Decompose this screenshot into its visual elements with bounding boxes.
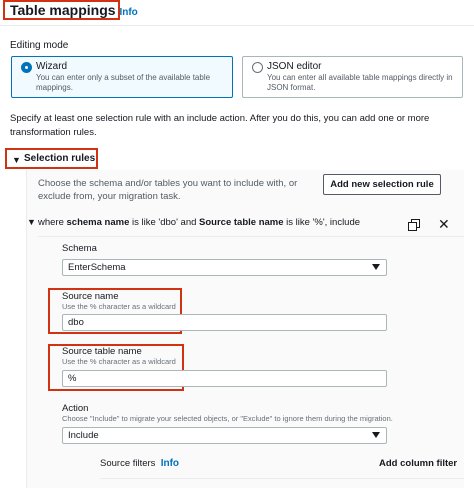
json-editor-description: You can enter all available table mappin… (267, 73, 453, 92)
source-table-name-label: Source table name (62, 346, 142, 357)
close-icon[interactable]: ✕ (438, 216, 450, 233)
action-select-value: Include (68, 430, 99, 441)
source-name-hint: Use the % character as a wildcard (62, 302, 176, 311)
source-name-label: Source name (62, 291, 119, 302)
source-name-input[interactable]: dbo (62, 314, 387, 331)
header-divider (0, 25, 474, 26)
rule-and: and (180, 217, 197, 228)
wizard-title: Wizard (36, 61, 68, 72)
selection-rules-title[interactable]: Selection rules (24, 153, 95, 164)
copy-icon[interactable] (408, 219, 420, 231)
source-filters-divider (100, 478, 464, 479)
source-filters-text: Source filters (100, 458, 156, 469)
schema-select[interactable]: EnterSchema (62, 259, 387, 276)
selection-rules-description: Choose the schema and/or tables you want… (38, 178, 298, 202)
wizard-description: You can enter only a subset of the avail… (36, 73, 211, 92)
source-filters-info-link[interactable]: Info (161, 458, 179, 469)
caret-down-icon[interactable]: ▼ (12, 155, 21, 165)
rule-caret-down-icon[interactable]: ▼ (27, 217, 36, 227)
rule-schema-label: schema name (66, 217, 130, 228)
add-selection-rule-button[interactable]: Add new selection rule (323, 174, 441, 195)
action-select[interactable]: Include (62, 427, 387, 444)
action-hint: Choose "Include" to migrate your selecte… (62, 414, 393, 423)
title-info-link[interactable]: Info (119, 7, 137, 18)
schema-label: Schema (62, 243, 97, 254)
wizard-radio[interactable] (21, 62, 32, 73)
rule-suffix: , include (324, 217, 361, 228)
rule-prefix: where (38, 217, 64, 228)
source-table-name-hint: Use the % character as a wildcard (62, 357, 176, 366)
schema-select-value: EnterSchema (68, 262, 126, 273)
rule-is-like: is like (132, 217, 156, 228)
rule-schema-value: 'dbo' (158, 217, 178, 228)
json-editor-option[interactable]: JSON editor You can enter all available … (242, 56, 463, 98)
json-editor-title: JSON editor (267, 61, 322, 72)
page-title: Table mappings Info (10, 2, 138, 18)
rule-is-like-2: is like (286, 217, 310, 228)
action-label: Action (62, 403, 89, 414)
source-filters-label: Source filters Info (100, 458, 179, 469)
source-table-name-input[interactable]: % (62, 370, 387, 387)
rule-summary[interactable]: where schema name is like 'dbo' and Sour… (38, 217, 360, 228)
page-title-text: Table mappings (10, 2, 116, 18)
instructions-text: Specify at least one selection rule with… (10, 113, 430, 138)
rule-divider (38, 236, 464, 237)
add-column-filter-button[interactable]: Add column filter (379, 458, 457, 469)
rule-table-value: '%' (312, 217, 325, 228)
editing-mode-label: Editing mode (10, 40, 69, 51)
wizard-option[interactable]: Wizard You can enter only a subset of th… (11, 56, 233, 98)
caret-down-icon (372, 432, 380, 438)
rule-table-label: Source table name (199, 217, 284, 228)
caret-down-icon (372, 264, 380, 270)
json-editor-radio[interactable] (252, 62, 263, 73)
